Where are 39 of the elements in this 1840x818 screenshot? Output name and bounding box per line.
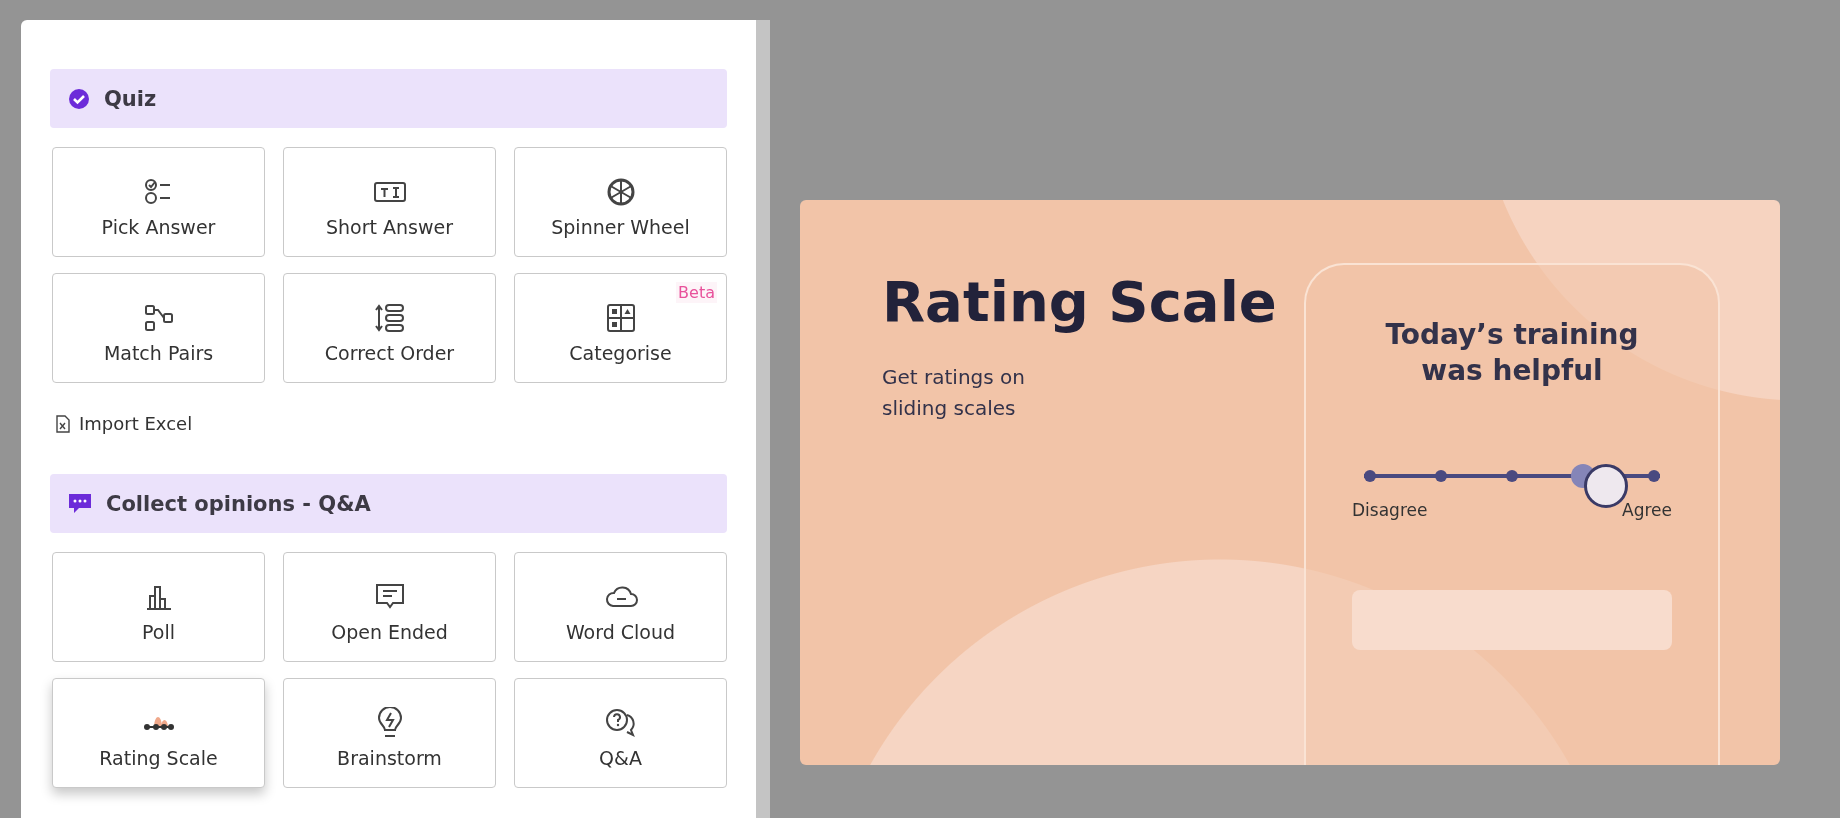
preview-title: Rating Scale	[882, 270, 1278, 335]
activity-tile[interactable]: Correct Order	[283, 273, 496, 383]
question-text: Today’s training was helpful	[1384, 317, 1640, 390]
section-title: Quiz	[104, 86, 157, 111]
activity-tile[interactable]: Q&A	[514, 678, 727, 788]
min-label: Disagree	[1352, 499, 1428, 520]
activity-tile[interactable]: Poll	[52, 552, 265, 662]
check-circle-icon	[68, 87, 90, 110]
slider-stop-dot	[1648, 469, 1660, 482]
section-title: Collect opinions - Q&A	[106, 491, 371, 516]
chat-bubble-icon	[68, 492, 92, 515]
message-icon	[374, 583, 405, 611]
text-field-icon	[372, 180, 407, 204]
grid-icon	[605, 303, 636, 333]
activity-tile[interactable]: Pick Answer	[52, 147, 265, 257]
activity-tile[interactable]: Rating Scale	[52, 678, 265, 788]
sort-list-icon	[373, 303, 406, 333]
slider-stop-dot	[1506, 469, 1518, 482]
import-excel-link[interactable]: Import Excel	[79, 413, 193, 434]
activity-tile[interactable]: Short Answer	[283, 147, 496, 257]
lightbulb-icon	[376, 707, 403, 739]
beta-badge: Beta	[676, 282, 717, 303]
activity-tile[interactable]: Match Pairs	[52, 273, 265, 383]
question-bubbles-icon	[604, 708, 637, 738]
activity-tile[interactable]: Spinner Wheel	[514, 147, 727, 257]
wheel-icon	[605, 177, 636, 207]
scrollbar[interactable]	[756, 20, 770, 818]
activity-tile[interactable]: Open Ended	[283, 552, 496, 662]
slider-stop-dot	[1435, 469, 1447, 482]
max-label: Agree	[1622, 499, 1672, 520]
cloud-icon	[603, 585, 638, 609]
excel-file-icon	[56, 414, 70, 433]
activity-tile[interactable]: Word Cloud	[514, 552, 727, 662]
bar-chart-icon	[144, 583, 173, 611]
preview-subtitle: Get ratings on sliding scales	[882, 364, 1026, 423]
slider-stop-dot	[1364, 469, 1376, 482]
activity-tile[interactable]: Categorise Beta	[514, 273, 727, 383]
connected-squares-icon	[142, 303, 175, 333]
activity-tile[interactable]: Brainstorm	[283, 678, 496, 788]
